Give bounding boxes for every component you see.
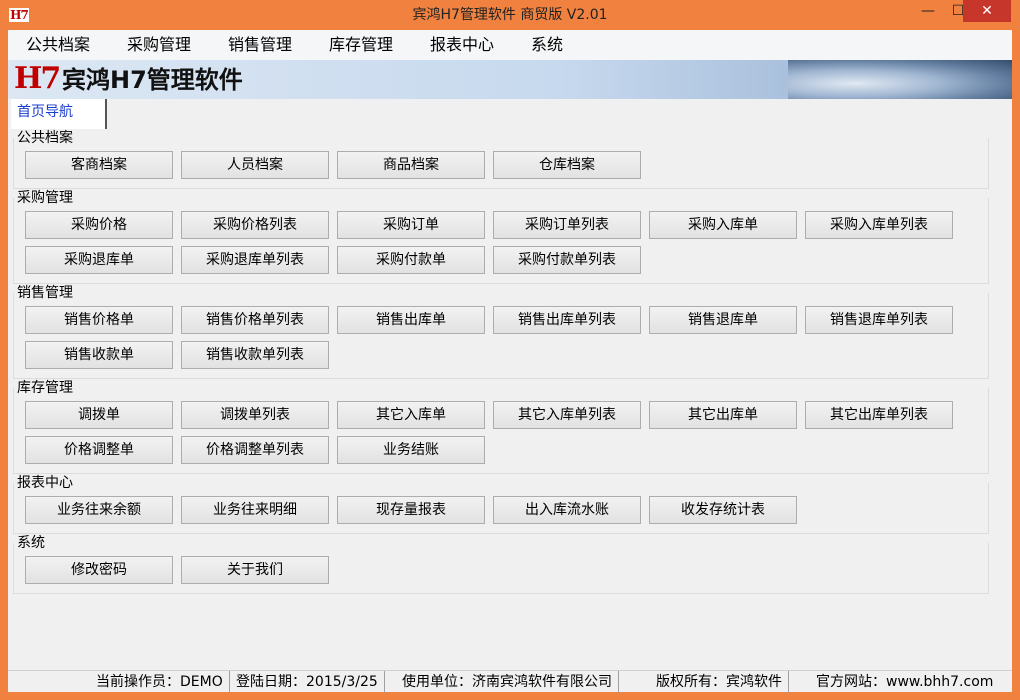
- app-banner: H7 宾鸿H7管理软件: [8, 60, 1012, 99]
- menu-inventory[interactable]: 库存管理: [319, 30, 403, 60]
- nav-button[interactable]: 现存量报表: [337, 496, 485, 524]
- nav-button[interactable]: 其它入库单列表: [493, 401, 641, 429]
- nav-button[interactable]: 采购订单: [337, 211, 485, 239]
- nav-button[interactable]: 采购付款单: [337, 246, 485, 274]
- nav-button[interactable]: 调拨单列表: [181, 401, 329, 429]
- status-copyright: 版权所有：宾鸿软件: [650, 671, 789, 693]
- client-area: 公共档案 采购管理 销售管理 库存管理 报表中心 系统 H7 宾鸿H7管理软件 …: [8, 30, 1012, 693]
- nav-button[interactable]: 人员档案: [181, 151, 329, 179]
- app-window: H7 宾鸿H7管理软件 商贸版 V2.01 — ☐ ✕ 公共档案 采购管理 销售…: [0, 0, 1020, 700]
- menu-sales[interactable]: 销售管理: [218, 30, 302, 60]
- status-operator: 当前操作员：DEMO: [90, 671, 230, 693]
- nav-button[interactable]: 销售出库单列表: [493, 306, 641, 334]
- title-bar[interactable]: H7 宾鸿H7管理软件 商贸版 V2.01 — ☐ ✕: [0, 0, 1020, 30]
- status-website: 官方网站：www.bhh7.com: [816, 674, 994, 690]
- nav-button[interactable]: 收发存统计表: [649, 496, 797, 524]
- minimize-icon[interactable]: —: [913, 0, 943, 22]
- banner-title: 宾鸿H7管理软件: [62, 66, 243, 94]
- menu-reports[interactable]: 报表中心: [420, 30, 504, 60]
- nav-button[interactable]: 业务往来明细: [181, 496, 329, 524]
- navigation-panel: 公共档案 客商档案 人员档案 商品档案 仓库档案 采购管理 采购价格 采购价格列表 采购订单 采购…: [8, 129, 1012, 681]
- status-login-date: 登陆日期：2015/3/25: [230, 671, 385, 693]
- nav-button[interactable]: 价格调整单列表: [181, 436, 329, 464]
- status-company: 使用单位：济南宾鸿软件有限公司: [396, 671, 619, 693]
- nav-button[interactable]: 客商档案: [25, 151, 173, 179]
- nav-button[interactable]: 价格调整单: [25, 436, 173, 464]
- nav-button[interactable]: 业务结账: [337, 436, 485, 464]
- nav-button[interactable]: 采购入库单: [649, 211, 797, 239]
- nav-button[interactable]: 采购入库单列表: [805, 211, 953, 239]
- menu-public-archives[interactable]: 公共档案: [16, 30, 100, 60]
- nav-button[interactable]: 其它入库单: [337, 401, 485, 429]
- nav-button[interactable]: 出入库流水账: [493, 496, 641, 524]
- nav-button[interactable]: 销售收款单: [25, 341, 173, 369]
- close-icon[interactable]: ✕: [963, 0, 1011, 22]
- menu-bar: 公共档案 采购管理 销售管理 库存管理 报表中心 系统: [8, 30, 1012, 60]
- tab-home-navigation[interactable]: 首页导航: [11, 99, 107, 129]
- nav-button[interactable]: 销售退库单: [649, 306, 797, 334]
- nav-button[interactable]: 采购退库单: [25, 246, 173, 274]
- nav-button[interactable]: 采购退库单列表: [181, 246, 329, 274]
- menu-system[interactable]: 系统: [521, 30, 573, 60]
- nav-button[interactable]: 其它出库单列表: [805, 401, 953, 429]
- nav-button[interactable]: 销售退库单列表: [805, 306, 953, 334]
- nav-button[interactable]: 业务往来余额: [25, 496, 173, 524]
- nav-button[interactable]: 销售价格单: [25, 306, 173, 334]
- nav-button[interactable]: 关于我们: [181, 556, 329, 584]
- window-title: 宾鸿H7管理软件 商贸版 V2.01: [412, 7, 608, 23]
- nav-button[interactable]: 其它出库单: [649, 401, 797, 429]
- nav-button[interactable]: 商品档案: [337, 151, 485, 179]
- nav-button[interactable]: 销售价格单列表: [181, 306, 329, 334]
- nav-button[interactable]: 采购订单列表: [493, 211, 641, 239]
- status-bar: 当前操作员：DEMO 登陆日期：2015/3/25 使用单位：济南宾鸿软件有限公…: [8, 670, 1012, 693]
- banner-logo: H7: [14, 61, 61, 96]
- nav-button[interactable]: 修改密码: [25, 556, 173, 584]
- nav-button[interactable]: 销售出库单: [337, 306, 485, 334]
- nav-button[interactable]: 调拨单: [25, 401, 173, 429]
- tab-strip: 首页导航: [8, 99, 1012, 129]
- nav-button[interactable]: 仓库档案: [493, 151, 641, 179]
- banner-decoration: [788, 60, 1012, 99]
- nav-button[interactable]: 采购价格列表: [181, 211, 329, 239]
- menu-purchase[interactable]: 采购管理: [117, 30, 201, 60]
- nav-button[interactable]: 销售收款单列表: [181, 341, 329, 369]
- nav-button[interactable]: 采购付款单列表: [493, 246, 641, 274]
- nav-button[interactable]: 采购价格: [25, 211, 173, 239]
